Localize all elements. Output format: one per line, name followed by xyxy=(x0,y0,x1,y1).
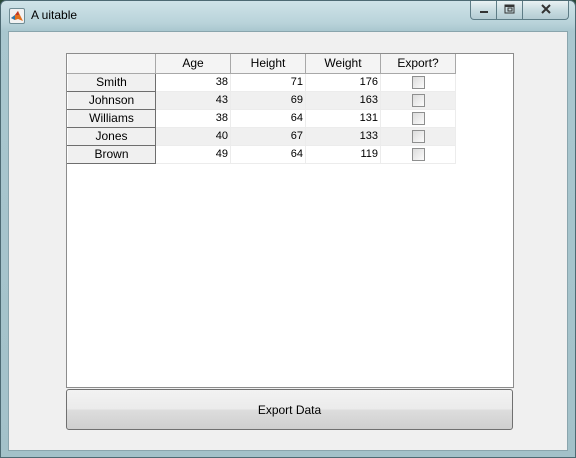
age-cell[interactable]: 49 xyxy=(155,145,231,164)
row-header[interactable]: Brown xyxy=(67,144,156,164)
table-corner-cell xyxy=(67,54,156,74)
age-cell[interactable]: 40 xyxy=(155,127,231,146)
table-row: Smith 38 71 176 xyxy=(67,72,456,92)
export-cell xyxy=(380,145,456,164)
weight-cell[interactable]: 133 xyxy=(305,127,381,146)
title-bar[interactable]: A uitable xyxy=(1,1,575,31)
weight-cell[interactable]: 131 xyxy=(305,109,381,128)
export-cell xyxy=(380,127,456,146)
data-table: Age Height Weight Export? Smith 38 71 17… xyxy=(67,54,456,164)
export-checkbox[interactable] xyxy=(411,147,425,161)
close-icon xyxy=(540,3,552,17)
minimize-icon xyxy=(479,4,489,17)
row-header[interactable]: Johnson xyxy=(67,90,156,110)
figure-client-area: Age Height Weight Export? Smith 38 71 17… xyxy=(8,31,568,451)
age-cell[interactable]: 38 xyxy=(155,109,231,128)
export-data-button[interactable]: Export Data xyxy=(66,389,513,430)
table-row: Jones 40 67 133 xyxy=(67,126,456,146)
weight-cell[interactable]: 163 xyxy=(305,91,381,110)
table-row: Brown 49 64 119 xyxy=(67,144,456,164)
minimize-button[interactable] xyxy=(470,1,497,20)
row-header[interactable]: Smith xyxy=(67,72,156,92)
maximize-button[interactable] xyxy=(497,1,523,20)
export-cell xyxy=(380,73,456,92)
export-checkbox[interactable] xyxy=(411,93,425,107)
weight-cell[interactable]: 176 xyxy=(305,73,381,92)
uitable[interactable]: Age Height Weight Export? Smith 38 71 17… xyxy=(66,53,514,388)
column-header-height[interactable]: Height xyxy=(230,54,306,74)
row-header[interactable]: Jones xyxy=(67,126,156,146)
height-cell[interactable]: 69 xyxy=(230,91,306,110)
age-cell[interactable]: 38 xyxy=(155,73,231,92)
column-header-age[interactable]: Age xyxy=(155,54,231,74)
column-header-weight[interactable]: Weight xyxy=(305,54,381,74)
export-cell xyxy=(380,91,456,110)
height-cell[interactable]: 67 xyxy=(230,127,306,146)
weight-cell[interactable]: 119 xyxy=(305,145,381,164)
export-cell xyxy=(380,109,456,128)
matlab-icon[interactable] xyxy=(9,8,25,24)
window-title: A uitable xyxy=(31,8,78,22)
app-window: A uitable Age Height Weight Export? Smit… xyxy=(0,0,576,458)
export-checkbox[interactable] xyxy=(411,111,425,125)
row-header[interactable]: Williams xyxy=(67,108,156,128)
table-row: Williams 38 64 131 xyxy=(67,108,456,128)
height-cell[interactable]: 71 xyxy=(230,73,306,92)
caption-buttons xyxy=(470,1,569,21)
maximize-icon xyxy=(504,4,515,17)
column-header-export[interactable]: Export? xyxy=(380,54,456,74)
table-header-row: Age Height Weight Export? xyxy=(67,54,456,74)
export-checkbox[interactable] xyxy=(411,75,425,89)
height-cell[interactable]: 64 xyxy=(230,145,306,164)
table-row: Johnson 43 69 163 xyxy=(67,90,456,110)
export-checkbox[interactable] xyxy=(411,129,425,143)
close-button[interactable] xyxy=(523,1,569,20)
height-cell[interactable]: 64 xyxy=(230,109,306,128)
age-cell[interactable]: 43 xyxy=(155,91,231,110)
